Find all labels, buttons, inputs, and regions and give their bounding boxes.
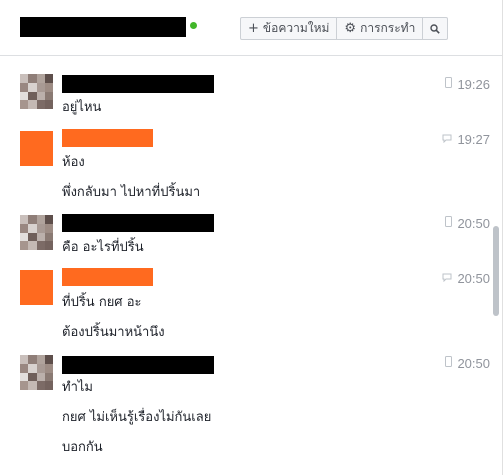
search-button[interactable] bbox=[423, 18, 447, 39]
mobile-icon bbox=[445, 356, 453, 371]
avatar[interactable] bbox=[20, 215, 53, 250]
message-meta: 20:50 bbox=[442, 271, 490, 286]
message-text: ต้องปริ้นมาหน้านึง bbox=[62, 325, 165, 340]
message-group: คือ อะไรที่ปริ้น 20:50 bbox=[0, 213, 490, 257]
message-group: อยู่ไหน 19:26 bbox=[0, 74, 490, 122]
message-time: 20:50 bbox=[457, 271, 490, 286]
avatar[interactable] bbox=[20, 74, 53, 109]
message-group: ห้อง พึ่งกลับมา ไปหาที่ปริ้นมา 19:27 bbox=[0, 129, 490, 203]
chat-icon bbox=[442, 132, 452, 147]
header-actions: + ข้อความใหม่ ⚙ การกระทำ bbox=[240, 17, 449, 40]
avatar[interactable] bbox=[20, 131, 53, 166]
chat-icon bbox=[442, 271, 452, 286]
message-meta: 19:27 bbox=[442, 132, 490, 147]
message-text: พึ่งกลับมา ไปหาที่ปริ้นมา bbox=[62, 185, 201, 200]
message-group: ที่ปริ้น กยศ อะ ต้องปริ้นมาหน้านึง 20:50 bbox=[0, 268, 490, 342]
message-text: กยศ ไม่เห็นรู้เรื่องไม่กันเลย bbox=[62, 410, 212, 425]
mobile-icon bbox=[445, 77, 453, 92]
scrollbar-thumb[interactable] bbox=[493, 226, 499, 316]
message-text: อยู่ไหน bbox=[62, 100, 102, 115]
message-text: ห้อง bbox=[62, 155, 85, 170]
message-time: 20:50 bbox=[457, 216, 490, 231]
sender-name-redacted bbox=[62, 129, 153, 147]
message-time: 19:27 bbox=[457, 132, 490, 147]
new-message-label: ข้อความใหม่ bbox=[262, 21, 330, 35]
actions-label: การกระทำ bbox=[360, 21, 416, 35]
mobile-icon bbox=[445, 216, 453, 231]
sender-name-redacted bbox=[62, 356, 214, 374]
new-message-button[interactable]: + ข้อความใหม่ bbox=[241, 18, 338, 39]
message-time: 20:50 bbox=[457, 356, 490, 371]
avatar[interactable] bbox=[20, 270, 53, 305]
message-text: ทำไม bbox=[62, 380, 93, 395]
sender-name-redacted bbox=[62, 75, 214, 93]
search-icon bbox=[430, 23, 441, 34]
message-group: ทำไม กยศ ไม่เห็นรู้เรื่องไม่กันเลย บอกกั… bbox=[0, 353, 490, 463]
message-time: 19:26 bbox=[457, 77, 490, 92]
plus-icon: + bbox=[248, 21, 259, 36]
message-text: บอกกัน bbox=[62, 440, 103, 455]
sender-name-redacted bbox=[62, 268, 153, 286]
chat-header: + ข้อความใหม่ ⚙ การกระทำ bbox=[0, 0, 503, 56]
message-meta: 19:26 bbox=[445, 77, 490, 92]
message-text: ที่ปริ้น กยศ อะ bbox=[62, 295, 142, 310]
message-text: คือ อะไรที่ปริ้น bbox=[62, 240, 144, 255]
message-meta: 20:50 bbox=[445, 216, 490, 231]
online-status-dot bbox=[190, 22, 197, 29]
sender-name-redacted bbox=[62, 214, 214, 232]
actions-button[interactable]: ⚙ การกระทำ bbox=[337, 18, 424, 39]
gear-icon: ⚙ bbox=[344, 21, 357, 36]
contact-name-redacted bbox=[20, 17, 186, 37]
avatar[interactable] bbox=[20, 355, 53, 390]
message-meta: 20:50 bbox=[445, 356, 490, 371]
